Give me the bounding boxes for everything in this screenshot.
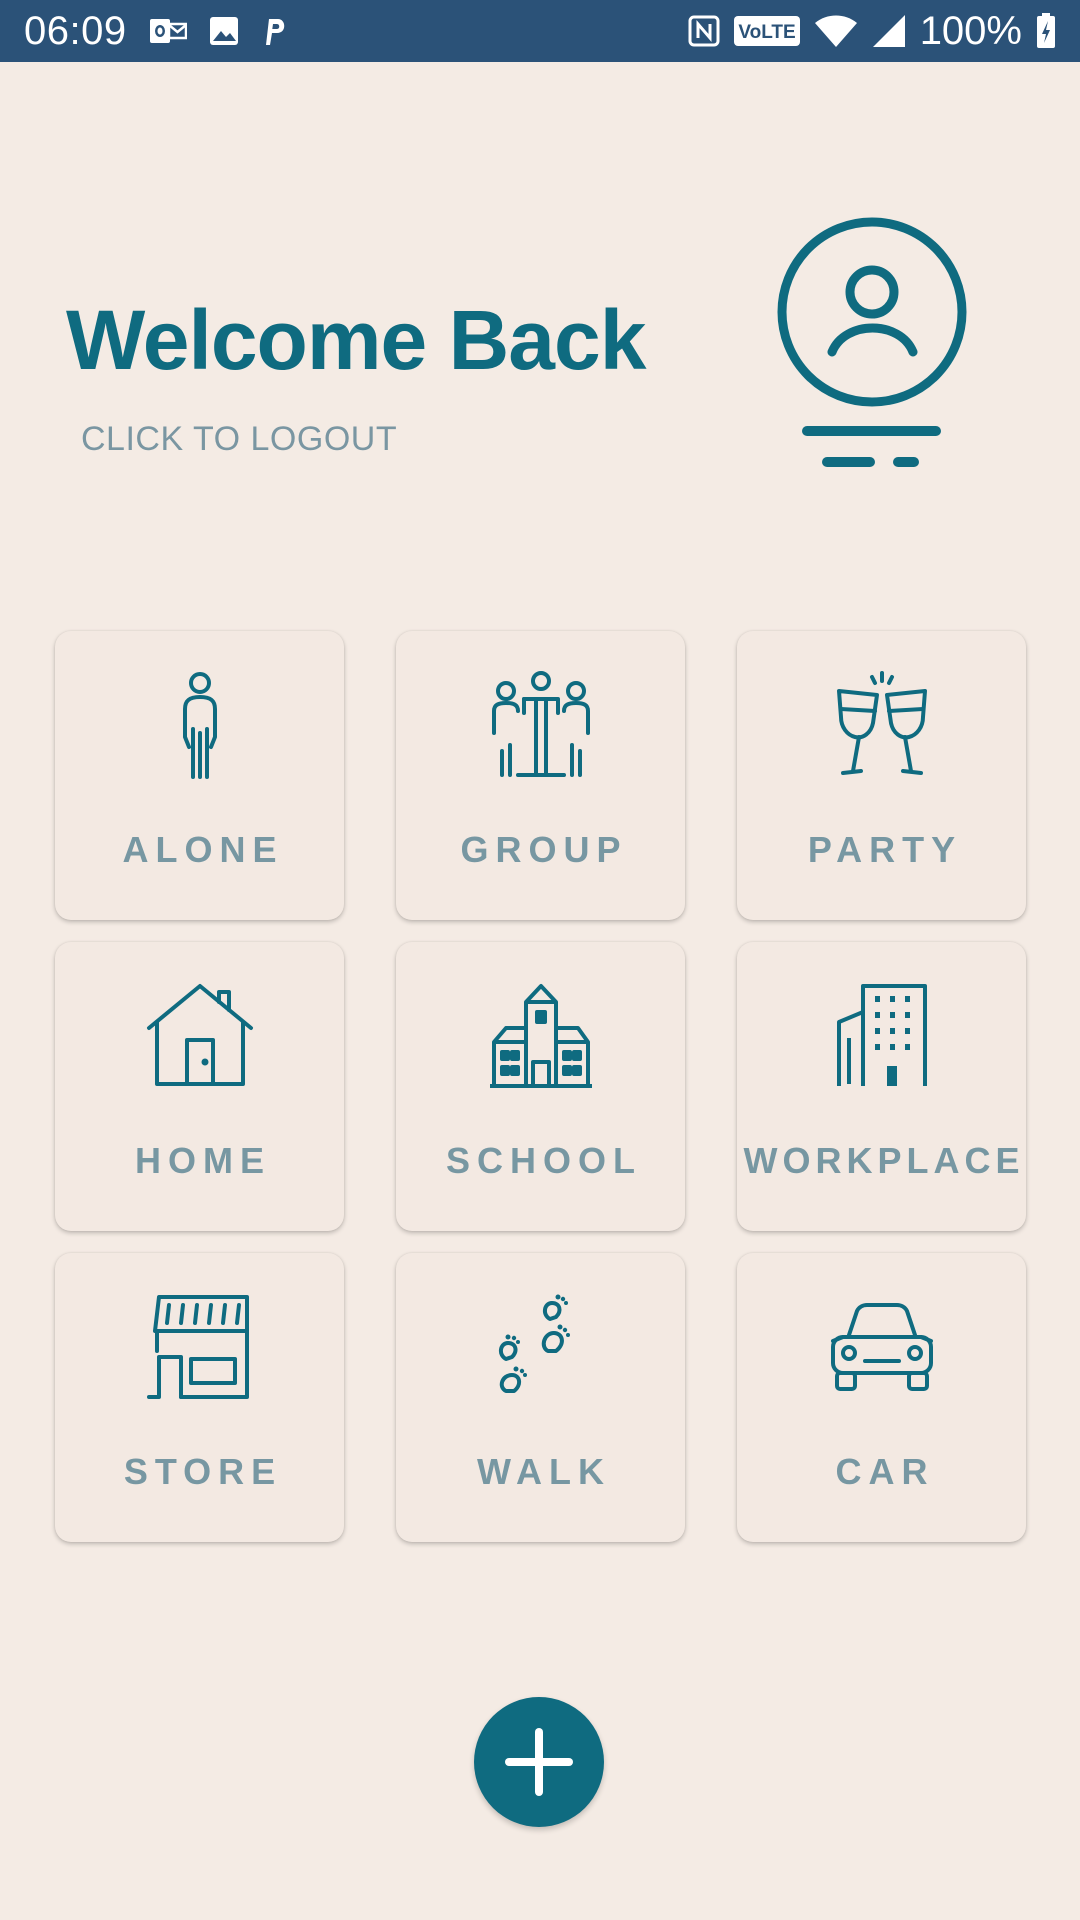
car-icon bbox=[827, 1293, 937, 1403]
tile-label: WALK bbox=[477, 1451, 611, 1492]
tile-label: STORE bbox=[123, 1451, 283, 1492]
add-button[interactable] bbox=[474, 1697, 604, 1827]
school-building-icon bbox=[486, 982, 596, 1092]
tile-store[interactable]: STORE bbox=[55, 1253, 344, 1542]
user-profile-icon[interactable] bbox=[770, 212, 970, 482]
outlook-icon bbox=[149, 16, 187, 46]
footprints-icon bbox=[486, 1293, 596, 1403]
tile-group[interactable]: GROUP bbox=[396, 631, 685, 920]
parking-icon bbox=[261, 15, 289, 47]
tile-label: ALONE bbox=[122, 829, 284, 870]
battery-percent: 100% bbox=[919, 8, 1022, 53]
tile-label: WORKPLACE bbox=[743, 1140, 1025, 1181]
image-icon bbox=[209, 16, 239, 46]
tile-label: GROUP bbox=[460, 829, 628, 870]
office-building-icon bbox=[827, 982, 937, 1092]
tile-home[interactable]: HOME bbox=[55, 942, 344, 1231]
page-title: Welcome Back bbox=[66, 293, 646, 387]
person-icon bbox=[145, 671, 255, 781]
signal-icon bbox=[872, 14, 906, 48]
group-icon bbox=[486, 671, 596, 781]
tile-party[interactable]: PARTY bbox=[737, 631, 1026, 920]
tile-walk[interactable]: WALK bbox=[396, 1253, 685, 1542]
house-icon bbox=[145, 982, 255, 1092]
tile-label: HOME bbox=[135, 1140, 271, 1181]
storefront-icon bbox=[145, 1293, 255, 1403]
tile-label: CAR bbox=[835, 1451, 935, 1492]
tile-label: SCHOOL bbox=[445, 1140, 642, 1181]
tile-alone[interactable]: ALONE bbox=[55, 631, 344, 920]
volte-icon: VoLTE bbox=[733, 16, 800, 46]
category-grid: ALONE GROUP PARTY HOME SCHOOL WORKPLACE … bbox=[55, 631, 1026, 1542]
status-time: 06:09 bbox=[24, 8, 127, 53]
logout-link[interactable]: CLICK TO LOGOUT bbox=[81, 420, 397, 459]
tile-car[interactable]: CAR bbox=[737, 1253, 1026, 1542]
nfc-icon bbox=[688, 15, 720, 47]
champagne-toast-icon bbox=[827, 671, 937, 781]
plus-icon bbox=[499, 1722, 579, 1802]
tile-label: PARTY bbox=[807, 829, 963, 870]
tile-workplace[interactable]: WORKPLACE bbox=[737, 942, 1026, 1231]
battery-charging-icon bbox=[1036, 13, 1056, 49]
tile-school[interactable]: SCHOOL bbox=[396, 942, 685, 1231]
svg-text:VoLTE: VoLTE bbox=[738, 22, 795, 43]
status-bar: 06:09 VoLTE 100% bbox=[0, 0, 1080, 62]
wifi-icon bbox=[814, 14, 858, 48]
